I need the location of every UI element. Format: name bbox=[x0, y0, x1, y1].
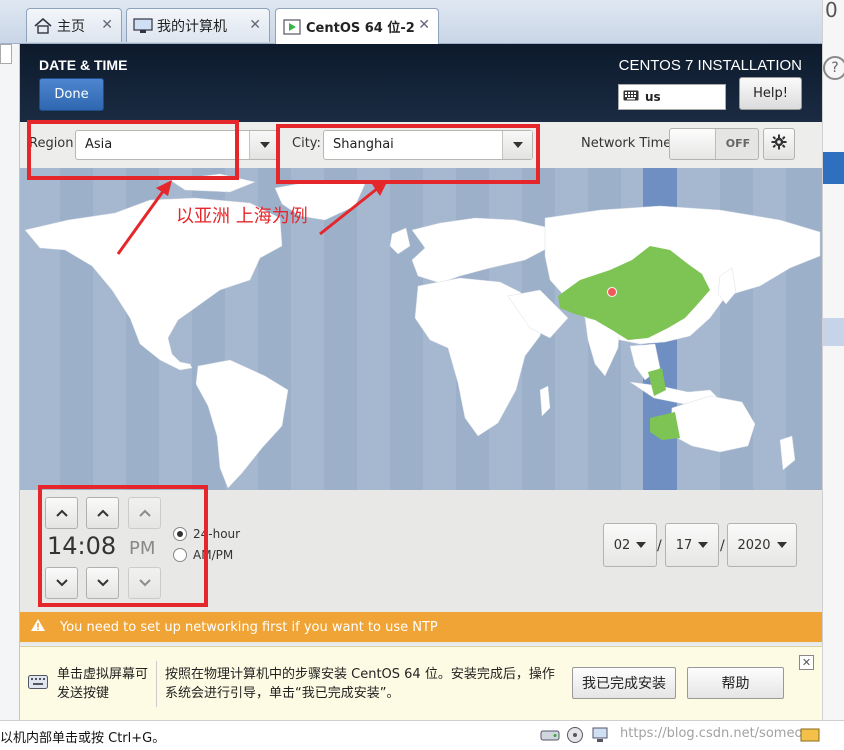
network-time-label: Network Time bbox=[581, 136, 672, 151]
page-title: DATE & TIME bbox=[39, 57, 128, 73]
hard-disk-icon[interactable] bbox=[540, 726, 560, 744]
year-combo[interactable]: 2020 bbox=[727, 523, 797, 567]
chevron-down-icon bbox=[636, 542, 647, 548]
message-icon[interactable] bbox=[800, 726, 820, 744]
close-icon[interactable]: ✕ bbox=[101, 17, 113, 33]
timezone-map[interactable] bbox=[20, 168, 822, 490]
done-button[interactable]: Done bbox=[39, 78, 104, 111]
keyboard-layout-indicator[interactable]: us bbox=[618, 84, 726, 110]
month-value: 02 bbox=[613, 537, 631, 553]
tab-centos-vm[interactable]: CentOS 64 位-2 ✕ bbox=[275, 8, 439, 44]
ntp-warning-bar: You need to set up networking first if y… bbox=[20, 612, 822, 642]
home-icon bbox=[33, 17, 53, 35]
network-time-state: OFF bbox=[725, 137, 751, 150]
warning-text: You need to set up networking first if y… bbox=[60, 619, 438, 635]
gear-icon bbox=[771, 134, 787, 154]
day-combo[interactable]: 17 bbox=[665, 523, 719, 567]
warning-icon bbox=[30, 618, 46, 636]
tab-centos-vm-label: CentOS 64 位-2 bbox=[306, 21, 415, 36]
annotation-box-time bbox=[38, 485, 208, 607]
tab-my-computer-label: 我的计算机 bbox=[157, 18, 227, 35]
annotation-box-region bbox=[27, 120, 239, 180]
day-value: 17 bbox=[675, 537, 693, 553]
close-icon[interactable]: ✕ bbox=[799, 655, 814, 670]
city-marker bbox=[607, 287, 617, 297]
network-icon[interactable] bbox=[590, 726, 610, 744]
finished-install-button[interactable]: 我已完成安装 bbox=[572, 667, 676, 699]
network-time-toggle[interactable]: OFF bbox=[669, 128, 759, 160]
host-left-panel bbox=[0, 44, 20, 720]
annotation-box-city bbox=[276, 124, 540, 184]
month-combo[interactable]: 02 bbox=[603, 523, 657, 567]
ntp-settings-button[interactable] bbox=[763, 128, 795, 160]
keyboard-layout-value: us bbox=[645, 90, 661, 104]
vm-play-icon bbox=[282, 18, 302, 36]
tab-home[interactable]: 主页 ✕ bbox=[26, 8, 122, 42]
annotation-note: 以亚洲 上海为例 bbox=[176, 206, 308, 227]
product-title: CENTOS 7 INSTALLATION bbox=[618, 57, 802, 74]
vm-tab-bar: 主页 ✕ 我的计算机 ✕ CentOS 64 位-2 ✕ bbox=[0, 0, 822, 44]
status-text: 以机内部单击或按 Ctrl+G。 bbox=[0, 731, 166, 746]
tab-my-computer[interactable]: 我的计算机 ✕ bbox=[126, 8, 270, 42]
close-icon[interactable]: ✕ bbox=[249, 17, 261, 33]
computer-icon bbox=[133, 17, 153, 35]
chevron-down-icon bbox=[698, 542, 709, 548]
keyboard-icon bbox=[623, 90, 639, 104]
installer-header: DATE & TIME Done CENTOS 7 INSTALLATION u… bbox=[20, 44, 822, 122]
date-separator: / bbox=[657, 538, 662, 554]
year-value: 2020 bbox=[737, 537, 771, 553]
toggle-knob bbox=[670, 129, 716, 159]
hint-send-keys-text: 单击虚拟屏幕可发送按键 bbox=[57, 667, 149, 701]
close-icon[interactable]: ✕ bbox=[418, 17, 430, 33]
hint-help-button[interactable]: 帮助 bbox=[687, 667, 784, 699]
watermark-text: https://blog.csdn.net/someone bbox=[620, 726, 819, 741]
hint-instructions-text: 按照在物理计算机中的步骤安装 CentOS 64 位。安装完成后，操作系统会进行… bbox=[165, 667, 555, 701]
chevron-down-icon bbox=[249, 131, 279, 159]
date-separator: / bbox=[720, 538, 725, 554]
help-button[interactable]: Help! bbox=[739, 77, 802, 110]
cd-drive-icon[interactable] bbox=[565, 726, 585, 744]
chevron-down-icon bbox=[776, 542, 787, 548]
tab-home-label: 主页 bbox=[57, 18, 85, 35]
host-right-panel: 0 ? bbox=[822, 0, 844, 750]
vmware-install-hint: 单击虚拟屏幕可发送按键 按照在物理计算机中的步骤安装 CentOS 64 位。安… bbox=[20, 646, 822, 720]
vmware-status-bar: 以机内部单击或按 Ctrl+G。 https://blog.csdn.net/s… bbox=[0, 720, 844, 750]
divider bbox=[156, 661, 157, 707]
keyboard-icon bbox=[28, 675, 48, 693]
